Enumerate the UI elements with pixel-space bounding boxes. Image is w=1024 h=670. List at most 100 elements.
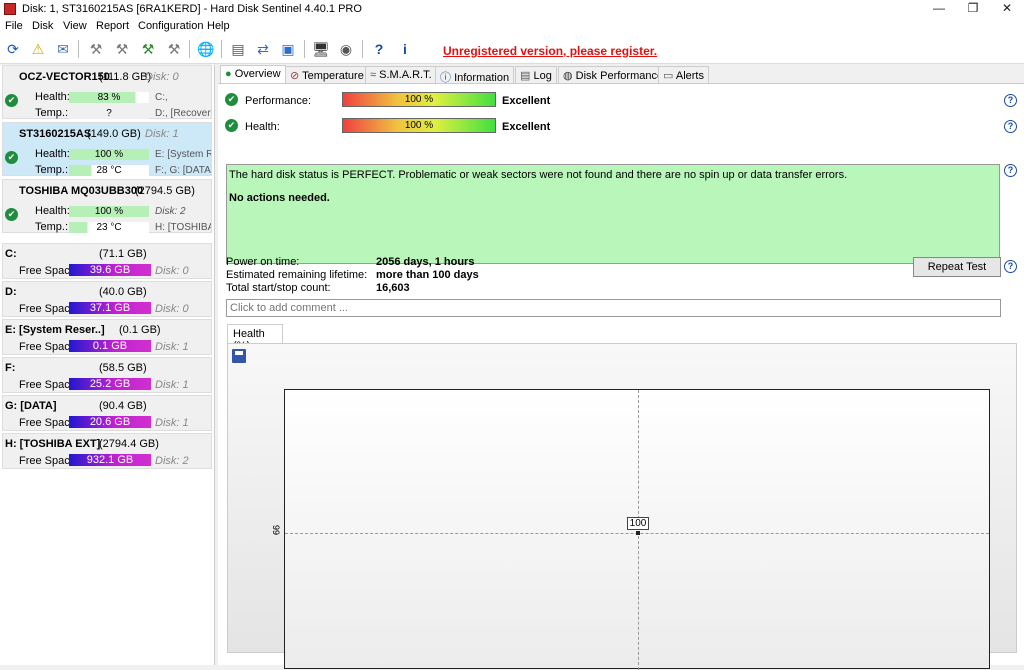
ok-check-icon: ✔ <box>5 94 18 107</box>
volume-entry-d[interactable]: D: (40.0 GB) Free Space 37.1 GB Disk: 0 <box>2 281 212 317</box>
tab-health-graph[interactable]: Health (%) <box>227 324 283 352</box>
disk-number: Disk: 2 <box>155 206 186 217</box>
sync-icon[interactable]: ⇄ <box>253 39 273 59</box>
volume-name: C: <box>5 248 17 260</box>
volume-size: (2794.4 GB) <box>99 438 159 450</box>
volume-size: (0.1 GB) <box>119 324 161 336</box>
health-bar: 100 % <box>342 118 496 133</box>
menu-file[interactable]: File <box>5 20 23 32</box>
volume-list: H: [TOSHIBA I <box>155 222 211 233</box>
disk-entry-2[interactable]: TOSHIBA MQ03UBB300 (2794.5 GB) ✔ Health:… <box>2 179 212 233</box>
status-message: The hard disk status is PERFECT. Problem… <box>229 169 848 181</box>
overview-pane: ✔ Performance: 100 % Excellent ? ✔ Healt… <box>218 83 1024 670</box>
disk-entry-0[interactable]: OCZ-VECTOR150 (111.8 GB) Disk: 0 ✔ Healt… <box>2 65 212 119</box>
tab-overview[interactable]: ● Overview <box>220 65 286 84</box>
menu-view[interactable]: View <box>63 20 87 32</box>
help-icon[interactable]: ? <box>1004 164 1017 177</box>
speaker-icon[interactable]: ◉ <box>336 39 356 59</box>
menu-disk[interactable]: Disk <box>32 20 53 32</box>
volume-entry-c[interactable]: C: (71.1 GB) Free Space 39.6 GB Disk: 0 <box>2 243 212 279</box>
volume-size: (90.4 GB) <box>99 400 147 412</box>
minimize-button[interactable]: — <box>922 0 956 18</box>
thermometer-icon: ⊘ <box>290 70 300 82</box>
help-icon[interactable]: ? <box>369 39 389 59</box>
tab-disk-performance[interactable]: ◍ Disk Performance <box>558 66 669 83</box>
volume-name: E: [System Reser..] <box>5 324 105 336</box>
register-link[interactable]: Unregistered version, please register. <box>443 44 657 58</box>
menu-help[interactable]: Help <box>207 20 230 32</box>
health-label: Health: <box>35 205 70 217</box>
disk-tool-icon[interactable]: ⚒ <box>86 39 106 59</box>
volume-list: D:, [Recovery <box>155 108 211 119</box>
free-space-bar: 20.6 GB <box>69 416 151 428</box>
tab-temperature[interactable]: ⊘ Temperature <box>285 66 369 83</box>
help-icon[interactable]: ? <box>1004 120 1017 133</box>
volume-entry-f[interactable]: F: (58.5 GB) Free Space 25.2 GB Disk: 1 <box>2 357 212 393</box>
health-label: Health: <box>35 91 70 103</box>
help-icon[interactable]: ? <box>1004 260 1017 273</box>
toolbar-separator <box>189 40 190 58</box>
health-label: Health: <box>245 121 280 133</box>
volume-list: F:, G: [DATA] <box>155 165 211 176</box>
gauge-icon: ◍ <box>563 70 573 82</box>
tab-log[interactable]: ▤ Log <box>515 66 557 83</box>
temp-bar: 28 °C <box>69 165 149 176</box>
temp-label: Temp.: <box>35 164 69 176</box>
free-space-label: Free Space <box>19 341 76 353</box>
mail-icon[interactable]: ✉ <box>53 39 73 59</box>
free-space-label: Free Space <box>19 303 76 315</box>
volume-name: H: [TOSHIBA EXT] <box>5 438 101 450</box>
tab-information[interactable]: ⓘ Information <box>435 66 515 84</box>
status-box: The hard disk status is PERFECT. Problem… <box>226 164 1000 264</box>
close-button[interactable]: ✕ <box>990 0 1024 18</box>
plot-area: 99 100 <box>271 389 990 670</box>
gridline-vertical <box>638 390 639 670</box>
health-check-icon: ✔ <box>225 119 238 132</box>
report-icon[interactable]: ▤ <box>228 39 248 59</box>
disk-check-icon[interactable]: ⚒ <box>112 39 132 59</box>
menu-report[interactable]: Report <box>96 20 129 32</box>
menu-configuration[interactable]: Configuration <box>138 20 203 32</box>
network-icon[interactable]: ▣ <box>278 39 298 59</box>
lifetime-label: Estimated remaining lifetime: <box>226 269 368 281</box>
disk-test-icon[interactable]: ⚒ <box>138 39 158 59</box>
globe-icon[interactable]: 🌐 <box>196 39 216 59</box>
disk-entry-1[interactable]: ST3160215AS (149.0 GB) Disk: 1 ✔ Health:… <box>2 122 212 176</box>
disk-name: ST3160215AS <box>19 128 92 140</box>
volume-entry-h[interactable]: H: [TOSHIBA EXT] (2794.4 GB) Free Space … <box>2 433 212 469</box>
tab-alerts[interactable]: ▭ Alerts <box>658 66 709 83</box>
disk-name: OCZ-VECTOR150 <box>19 71 110 83</box>
refresh-icon[interactable]: ⟳ <box>3 39 23 59</box>
performance-label: Performance: <box>245 95 312 107</box>
temp-bar: ? <box>69 108 149 119</box>
window-title: Disk: 1, ST3160215AS [6RA1KERD] - Hard D… <box>22 3 362 15</box>
monitor-icon[interactable]: 🖥 <box>311 39 331 59</box>
log-icon: ▤ <box>520 70 531 82</box>
info-icon[interactable]: i <box>395 39 415 59</box>
data-point <box>636 531 640 535</box>
health-bar: 83 % <box>69 92 149 103</box>
start-stop-label: Total start/stop count: <box>226 282 331 294</box>
disk-number: Disk: 1 <box>145 128 179 140</box>
save-icon[interactable] <box>232 349 246 363</box>
power-on-label: Power on time: <box>226 256 300 268</box>
check-icon: ● <box>225 68 232 80</box>
help-icon[interactable]: ? <box>1004 94 1017 107</box>
volume-entry-g[interactable]: G: [DATA] (90.4 GB) Free Space 20.6 GB D… <box>2 395 212 431</box>
tab-smart[interactable]: ≈ S.M.A.R.T. <box>365 66 437 83</box>
menu-bar: File Disk View Report Configuration Help <box>0 18 1024 34</box>
ok-check-icon: ✔ <box>5 151 18 164</box>
repeat-test-button[interactable]: Repeat Test <box>913 257 1001 277</box>
comment-input[interactable] <box>226 299 1001 317</box>
disk-size: (149.0 GB) <box>87 128 141 140</box>
health-bar: 100 % <box>69 149 149 160</box>
maximize-button[interactable]: ❐ <box>956 0 990 18</box>
disk-name: TOSHIBA MQ03UBB300 <box>19 185 144 197</box>
main-panel: ● Overview ⊘ Temperature ≈ S.M.A.R.T. ⓘ … <box>218 65 1024 670</box>
warning-icon[interactable]: ⚠ <box>28 39 48 59</box>
free-space-label: Free Space <box>19 265 76 277</box>
free-space-label: Free Space <box>19 417 76 429</box>
volume-entry-e[interactable]: E: [System Reser..] (0.1 GB) Free Space … <box>2 319 212 355</box>
disk-repair-icon[interactable]: ⚒ <box>164 39 184 59</box>
volume-list: E: [System Re <box>155 149 211 160</box>
